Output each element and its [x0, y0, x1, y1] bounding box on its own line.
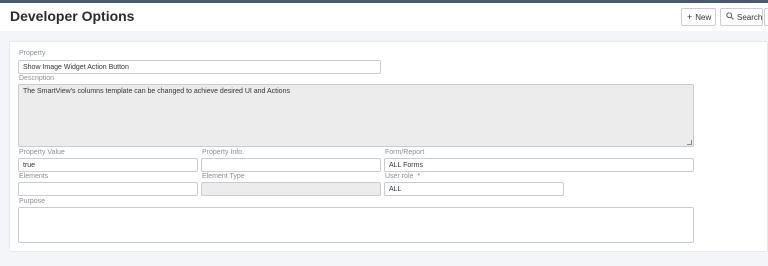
plus-icon: + [687, 11, 693, 22]
property-label: Property [19, 50, 46, 57]
search-button[interactable]: Search [720, 8, 763, 26]
more-button[interactable] [764, 8, 768, 26]
new-button[interactable]: + New [681, 8, 716, 26]
page-header: Developer Options + New Search [0, 3, 768, 31]
form-report-label: Form/Report [385, 149, 425, 156]
user-role-field[interactable]: ALL [384, 182, 564, 196]
property-info-label: Property Info. [202, 149, 245, 156]
description-label: Description [19, 75, 55, 82]
elements-label: Elements [19, 173, 49, 180]
developer-options-form: Property Show Image Widget Action Button… [9, 41, 768, 252]
magnifier-icon [726, 12, 734, 22]
purpose-label: Purpose [19, 198, 46, 205]
required-marker: * [417, 173, 421, 180]
element-type-field [201, 182, 381, 196]
form-report-field[interactable]: ALL Forms [384, 158, 694, 172]
page-title: Developer Options [10, 8, 135, 24]
description-text: The SmartView's columns template can be … [23, 88, 290, 95]
resize-grip-icon[interactable] [687, 140, 692, 145]
new-button-label: New [695, 12, 712, 22]
element-type-label: Element Type [202, 173, 245, 180]
elements-field[interactable] [18, 182, 198, 196]
user-role-label: User role * [385, 173, 420, 180]
property-field[interactable]: Show Image Widget Action Button [18, 60, 381, 74]
property-value-label: Property Value [19, 149, 65, 156]
user-role-label-text: User role [385, 173, 414, 180]
purpose-textarea[interactable] [18, 207, 694, 243]
property-value-field[interactable]: true [18, 158, 198, 172]
property-info-field[interactable] [201, 158, 381, 172]
description-textarea[interactable]: The SmartView's columns template can be … [18, 84, 694, 147]
search-button-label: Search [737, 12, 763, 22]
